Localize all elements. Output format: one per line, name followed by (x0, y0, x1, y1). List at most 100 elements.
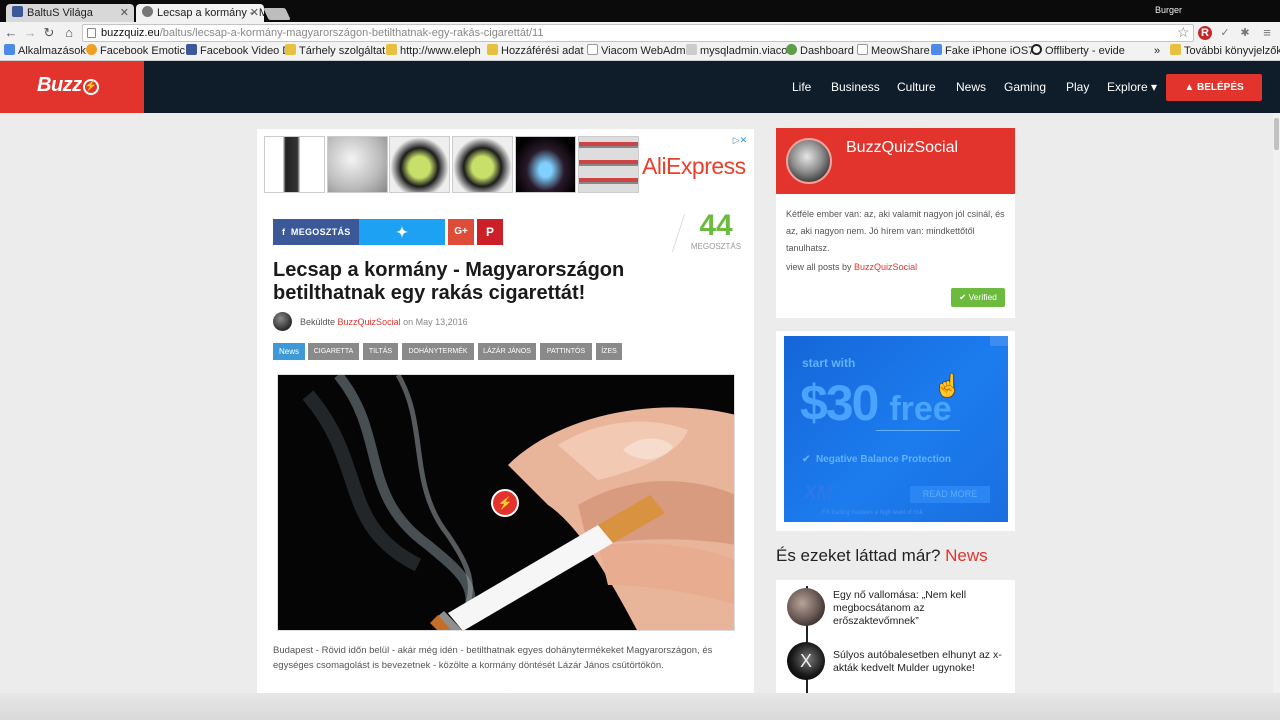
article-card: AliExpress ▷✕ f MEGOSZTÁS ✦ G+ P 44 MEGO… (257, 129, 754, 695)
pinterest-share-button[interactable]: P (477, 219, 503, 245)
tag-tiltas[interactable]: TILTÁS (363, 343, 398, 360)
bookmark-apps[interactable]: Alkalmazások (4, 44, 86, 59)
iphone-icon (931, 44, 942, 55)
nav-explore[interactable]: Explore ▾ (1107, 80, 1157, 94)
ad-product-image[interactable] (327, 136, 388, 193)
check-icon[interactable]: ✓ (1218, 26, 1232, 40)
profile-name[interactable]: Burger (1155, 5, 1182, 15)
nav-gaming[interactable]: Gaming (1004, 80, 1046, 94)
bookmark-other[interactable]: További könyvjelzők (1170, 44, 1280, 59)
facebook-share-button[interactable]: f MEGOSZTÁS (273, 219, 359, 245)
home-icon[interactable]: ⌂ (61, 25, 77, 40)
page-scrollbar[interactable] (1273, 113, 1280, 693)
related-item-title[interactable]: Súlyos autóbalesetben elhunyt az x-akták… (833, 649, 1005, 675)
ad-product-image[interactable] (389, 136, 450, 193)
bookmark-eleph[interactable]: http://www.eleph (386, 44, 481, 59)
bookmark-label: Dashboard (800, 45, 854, 57)
nav-play[interactable]: Play (1066, 80, 1089, 94)
related-item-title[interactable]: Egy nő vallomása: „Nem kell megbocsátano… (833, 589, 1005, 628)
bookmark-tarhely[interactable]: Tárhely szolgáltat (285, 44, 385, 59)
xm-ad-banner[interactable]: start with $30 free ✔ Negative Balance P… (784, 336, 1008, 522)
ad-read-more-button[interactable]: READ MORE (910, 486, 990, 503)
aliexpress-ad[interactable]: AliExpress ▷✕ (257, 129, 754, 199)
close-icon[interactable]: ✕ (120, 6, 129, 19)
bookmark-offliberty[interactable]: Offliberty - evide (1031, 44, 1125, 59)
tag-news[interactable]: News (273, 343, 305, 360)
folder-icon (487, 44, 498, 55)
bookmark-label: Offliberty - evide (1045, 45, 1125, 57)
author-posts-link[interactable]: view all posts by BuzzQuizSocial (786, 262, 917, 272)
author-card-name[interactable]: BuzzQuizSocial (846, 139, 958, 157)
ad-brand-logo[interactable]: AliExpress (642, 153, 746, 180)
ad-product-image[interactable] (264, 136, 325, 193)
ad-fine-print: FX trading involves a high level of risk (822, 510, 923, 516)
nav-life[interactable]: Life (792, 80, 811, 94)
new-tab-button[interactable] (263, 8, 291, 20)
bookmark-facebook-video[interactable]: Facebook Video D (186, 44, 290, 59)
author-photo[interactable] (786, 138, 832, 184)
tab-lecsap-a-kormany[interactable]: Lecsap a kormány - M ✕ (136, 4, 264, 22)
bookmark-overflow[interactable]: » (1154, 44, 1160, 59)
tag-pattintos[interactable]: PATTINTÓS (540, 343, 592, 360)
ad-product-image[interactable] (452, 136, 513, 193)
tag-lazar-janos[interactable]: LÁZÁR JÁNOS (478, 343, 536, 360)
related-thumb[interactable] (787, 588, 825, 626)
ad-choices-icon[interactable] (990, 336, 1008, 346)
mysql-icon (686, 44, 697, 55)
xm-logo: XM (804, 483, 833, 504)
scrollbar-thumb[interactable] (1274, 118, 1279, 150)
site-logo[interactable]: Buzz ⚡ (0, 61, 144, 113)
bookmark-mysqladmin[interactable]: mysqladmin.viaco (686, 44, 787, 59)
folder-icon (386, 44, 397, 55)
tag-dohanytermek[interactable]: DOHÁNYTERMÉK (402, 343, 474, 360)
reload-icon[interactable]: ↻ (41, 25, 57, 40)
bookmark-label: Hozzáférési adat (501, 45, 584, 57)
nav-business[interactable]: Business (831, 80, 880, 94)
forward-icon[interactable]: → (22, 25, 38, 40)
gplus-icon: G+ (454, 226, 468, 237)
bookmark-label: Facebook Emotic (100, 45, 185, 57)
author-posts-name[interactable]: BuzzQuizSocial (854, 262, 917, 272)
tag-cigaretta[interactable]: CIGARETTA (308, 343, 359, 360)
related-thumb[interactable]: X (787, 642, 825, 680)
address-bar[interactable]: buzzquiz.eu/baltus/lecsap-a-kormány-magy… (82, 24, 1194, 42)
share-count: 44 (699, 209, 733, 242)
menu-icon[interactable]: ≡ (1260, 26, 1274, 40)
login-button[interactable]: ▲ BELÉPÉS (1166, 74, 1262, 101)
twitter-share-button[interactable]: ✦ (359, 219, 445, 245)
bookmark-viacom[interactable]: Viacom WebAdm (587, 44, 686, 59)
folder-icon (285, 44, 296, 55)
nav-culture[interactable]: Culture (897, 80, 936, 94)
bookmark-fake-iphone[interactable]: Fake iPhone iOS7 (931, 44, 1034, 59)
ad-start-text: start with (802, 356, 856, 370)
ad-close-icon[interactable]: ▷✕ (730, 135, 750, 146)
bookmark-label: http://www.eleph (400, 45, 481, 57)
share-icon (142, 6, 153, 17)
byline-prefix: Beküldte (300, 317, 336, 327)
bookmark-dashboard[interactable]: Dashboard (786, 44, 854, 59)
ad-product-image[interactable] (515, 136, 576, 193)
author-link[interactable]: BuzzQuizSocial (338, 317, 401, 327)
related-list: Egy nő vallomása: „Nem kell megbocsátano… (776, 580, 1015, 695)
bookmark-facebook-emotic[interactable]: Facebook Emotic (86, 44, 185, 59)
star-icon[interactable]: ☆ (1177, 24, 1190, 41)
power-icon (1031, 44, 1042, 55)
ad-product-image[interactable] (578, 136, 639, 193)
bookmark-label: mysqladmin.viaco (700, 45, 788, 57)
nav-news[interactable]: News (956, 80, 986, 94)
close-icon[interactable]: ✕ (250, 6, 259, 19)
bolt-badge-icon: ⚡ (491, 489, 519, 517)
tab-baltus-vilaga[interactable]: BaltuS Világa ✕ (6, 4, 134, 22)
author-avatar[interactable] (273, 312, 292, 331)
bookmark-label: MeowShare (871, 45, 930, 57)
puzzle-icon[interactable]: ✱ (1238, 26, 1252, 40)
bookmark-meowshare[interactable]: MeowShare (857, 44, 930, 59)
extension-red-icon[interactable]: R (1198, 26, 1212, 40)
gplus-share-button[interactable]: G+ (448, 219, 474, 245)
related-title-accent[interactable]: News (945, 546, 988, 565)
bookmark-hozzaferesi[interactable]: Hozzáférési adat (487, 44, 584, 59)
back-icon[interactable]: ← (3, 25, 19, 40)
tag-izes[interactable]: ÍZES (596, 343, 622, 360)
logo-text: Buzz (37, 74, 82, 96)
hand-cursor-icon: ☝ (934, 373, 962, 398)
